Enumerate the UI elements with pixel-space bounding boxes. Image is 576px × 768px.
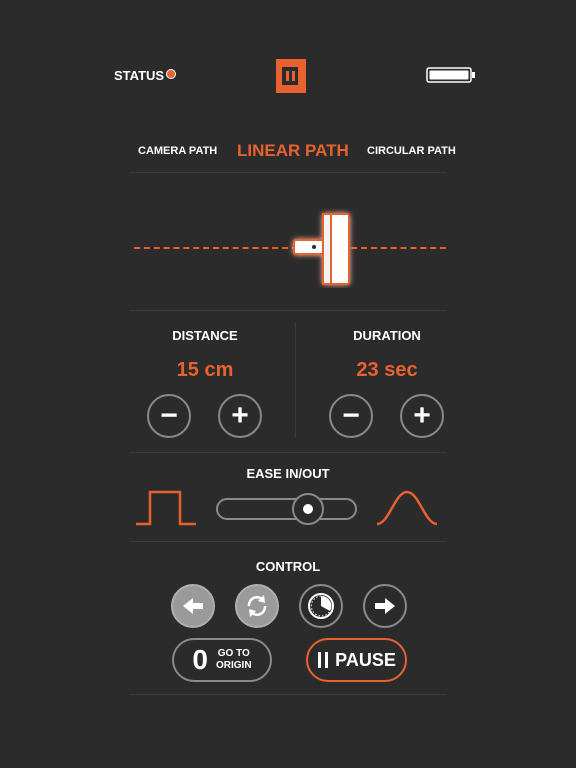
square-wave-icon — [136, 490, 196, 526]
bell-curve-icon — [376, 490, 438, 526]
tab-camera-path[interactable]: CAMERA PATH — [138, 145, 217, 157]
battery-icon — [426, 67, 475, 83]
move-left-button[interactable] — [171, 584, 215, 628]
slider-handle-dot — [303, 504, 314, 514]
timer-icon — [308, 593, 334, 619]
arrow-right-icon — [375, 598, 395, 614]
minus-icon: − — [342, 399, 360, 432]
go-to-origin-text: GO TO ORIGIN — [216, 648, 252, 672]
distance-label: DISTANCE — [172, 328, 238, 343]
plus-icon: + — [231, 399, 249, 432]
divider — [130, 541, 446, 542]
plus-icon: + — [413, 399, 431, 432]
status-indicator — [166, 69, 176, 79]
loop-icon — [247, 595, 267, 617]
distance-increment-button[interactable]: + — [218, 394, 262, 438]
pause-label: PAUSE — [335, 649, 396, 670]
pause-icon — [318, 652, 329, 668]
distance-value: 15 cm — [176, 359, 234, 381]
distance-decrement-button[interactable]: − — [147, 394, 191, 438]
divider — [130, 172, 446, 173]
loop-button[interactable] — [235, 584, 279, 628]
timer-button[interactable] — [299, 584, 343, 628]
control-label: CONTROL — [255, 559, 321, 574]
app-logo-icon — [276, 59, 306, 93]
divider — [130, 694, 446, 695]
section-divider — [295, 322, 296, 438]
origin-label: ORIGIN — [216, 660, 252, 671]
pause-button[interactable]: PAUSE — [306, 638, 407, 682]
ease-slider-handle[interactable] — [292, 493, 325, 525]
minus-icon: − — [160, 399, 178, 432]
tab-linear-path[interactable]: LINEAR PATH — [237, 141, 349, 161]
duration-increment-button[interactable]: + — [400, 394, 444, 438]
duration-value: 23 sec — [356, 359, 418, 381]
duration-decrement-button[interactable]: − — [329, 394, 373, 438]
divider — [130, 310, 446, 311]
duration-label: DURATION — [353, 328, 421, 343]
origin-number: 0 — [192, 644, 208, 675]
ease-slider-track[interactable] — [216, 498, 357, 520]
go-to-label: GO TO — [217, 648, 250, 659]
go-to-origin-button[interactable]: 0 GO TO ORIGIN — [172, 638, 272, 682]
status-label: STATUS — [114, 68, 165, 83]
tab-circular-path[interactable]: CIRCULAR PATH — [367, 145, 456, 157]
arrow-left-icon — [183, 598, 203, 614]
slider-carriage-icon[interactable] — [286, 208, 356, 288]
ease-label: EASE IN/OUT — [246, 466, 330, 481]
move-right-button[interactable] — [363, 584, 407, 628]
divider — [130, 452, 446, 453]
